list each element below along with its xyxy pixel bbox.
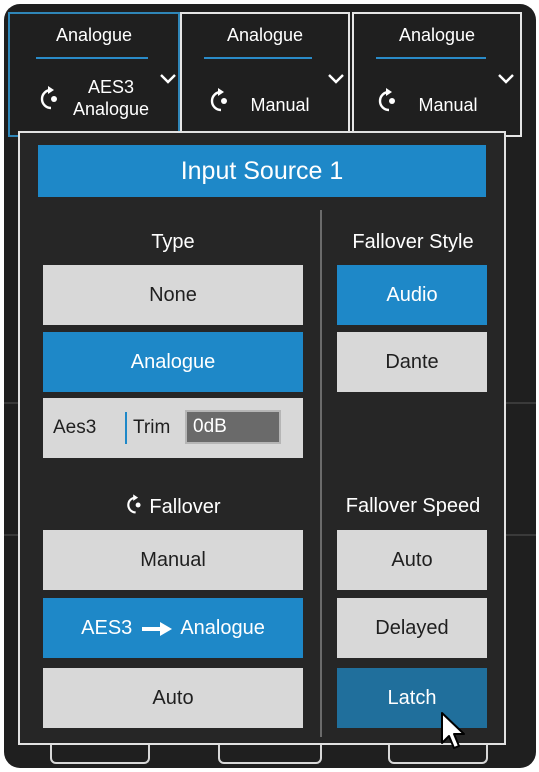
channel-source-label: Analogue [55, 25, 133, 45]
chevron-down-icon[interactable] [160, 74, 176, 84]
fallover-icon [127, 494, 141, 514]
fallover-style-heading: Fallover Style [352, 231, 474, 253]
fallover-from-label: AES3 [81, 617, 133, 639]
chevron-down-icon[interactable] [498, 74, 514, 84]
channel-label-underline [376, 57, 486, 59]
channel-label-underline [36, 57, 148, 59]
channel-mode-text: Manual [250, 95, 310, 115]
panel-title: Input Source 1 [38, 145, 486, 197]
column-divider [320, 210, 322, 737]
fallover-icon [210, 88, 227, 112]
style-audio-button[interactable]: Audio [337, 265, 487, 325]
channel-tab-1[interactable]: Analogue AES3 Analogue [8, 12, 180, 137]
channel-tab-2[interactable]: Analogue Manual [180, 12, 350, 137]
channel-tab-3[interactable]: Analogue Manual [352, 12, 522, 137]
channel-mode-line: Analogue [72, 99, 150, 119]
channel-source-label: Analogue [398, 25, 476, 45]
trim-input[interactable]: 0dB [185, 410, 281, 444]
fallover-speed-heading: Fallover Speed [345, 495, 481, 517]
fallover-manual-button[interactable]: Manual [43, 530, 303, 590]
fallover-heading-label: Fallover [149, 496, 221, 518]
fallover-to-label: Analogue [180, 617, 265, 639]
type-analogue-button[interactable]: Analogue [43, 332, 303, 392]
fallover-auto-button[interactable]: Auto [43, 668, 303, 728]
type-heading: Type [151, 231, 195, 253]
type-none-button[interactable]: None [43, 265, 303, 325]
trim-label: Trim [133, 417, 171, 438]
channel-mode-line: AES3 [87, 77, 135, 97]
speed-delayed-button[interactable]: Delayed [337, 598, 487, 658]
aes3-label: Aes3 [53, 417, 97, 438]
style-dante-button[interactable]: Dante [337, 332, 487, 392]
fallover-icon [378, 88, 395, 112]
fallover-aes3-analogue-button[interactable]: AES3 Analogue [43, 598, 303, 658]
channel-mode-text: AES3 Analogue [66, 76, 156, 120]
chevron-down-icon[interactable] [328, 74, 344, 84]
mouse-cursor-icon [441, 712, 465, 749]
channel-label-underline [204, 57, 312, 59]
speed-auto-button[interactable]: Auto [337, 530, 487, 590]
fallover-heading: Fallover [43, 494, 303, 519]
aes3-separator [125, 412, 127, 444]
aes3-trim-row: Aes3 Trim 0dB [43, 398, 303, 458]
fallover-icon [40, 86, 57, 110]
channel-mode-text: Manual [418, 95, 478, 115]
channel-source-label: Analogue [226, 25, 304, 45]
right-arrow-icon [141, 621, 172, 636]
